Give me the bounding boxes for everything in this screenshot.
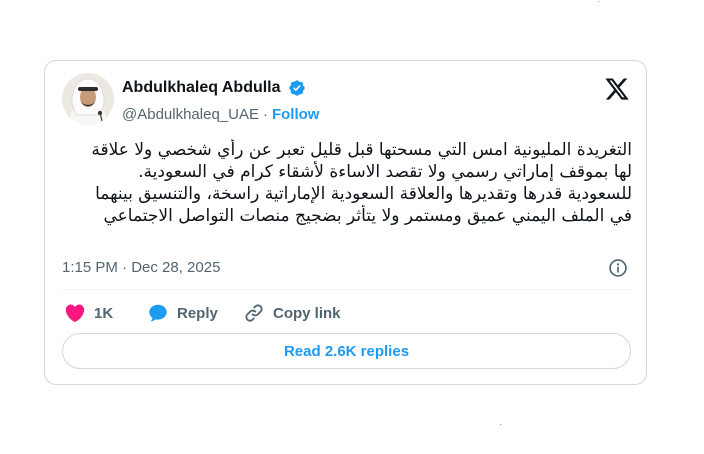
reply-label: Reply xyxy=(177,304,218,322)
tweet-line-4: في الملف اليمني عميق ومستمر ولا يتأثر بض… xyxy=(103,206,632,226)
tweet-line-3: للسعودية قدرها وتقديرها والعلاقة السعودي… xyxy=(95,184,632,204)
info-icon[interactable] xyxy=(608,258,628,278)
heart-icon xyxy=(65,304,85,322)
like-count: 1K xyxy=(94,304,114,322)
tweet-line-2: لها بموقف إماراتي رسمي ولا تقصد الاساءة … xyxy=(138,162,632,182)
tweet-card: Abdulkhaleq Abdulla @Abdulkhaleq_UAE · Fol… xyxy=(44,60,647,385)
stray-mark-top: · xyxy=(597,0,601,7)
follow-button[interactable]: Follow xyxy=(272,106,320,123)
speech-bubble-icon xyxy=(149,304,167,322)
reply-button[interactable]: Reply xyxy=(147,302,218,324)
tweet-timestamp[interactable]: 1:15 PM · Dec 28, 2025 xyxy=(62,259,220,276)
avatar[interactable] xyxy=(62,73,114,125)
stray-mark-bottom: · xyxy=(499,419,503,430)
like-button[interactable]: 1K xyxy=(64,302,113,324)
verified-badge-icon xyxy=(289,80,305,96)
x-logo-icon[interactable] xyxy=(604,76,630,102)
read-replies-button[interactable]: Read 2.6K replies xyxy=(62,333,631,369)
link-icon xyxy=(245,304,263,322)
copy-link-button[interactable]: Copy link xyxy=(243,302,341,324)
avatar-image xyxy=(62,73,114,125)
copy-link-label: Copy link xyxy=(273,304,341,322)
author-name[interactable]: Abdulkhaleq Abdulla xyxy=(122,78,281,98)
page: · · Abdulkhaleq Abdulla @Abdulkhaleq_UAE… xyxy=(0,0,704,454)
handle-separator: · xyxy=(262,106,268,123)
tweet-line-1: التغريدة المليونية امس التي مسحتها قبل ق… xyxy=(91,140,632,160)
divider xyxy=(62,289,631,290)
author-handle[interactable]: @Abdulkhaleq_UAE xyxy=(122,106,259,123)
tweet-text: التغريدة المليونية امس التي مسحتها قبل ق… xyxy=(62,139,632,227)
handle-row: @Abdulkhaleq_UAE · Follow xyxy=(122,105,319,125)
